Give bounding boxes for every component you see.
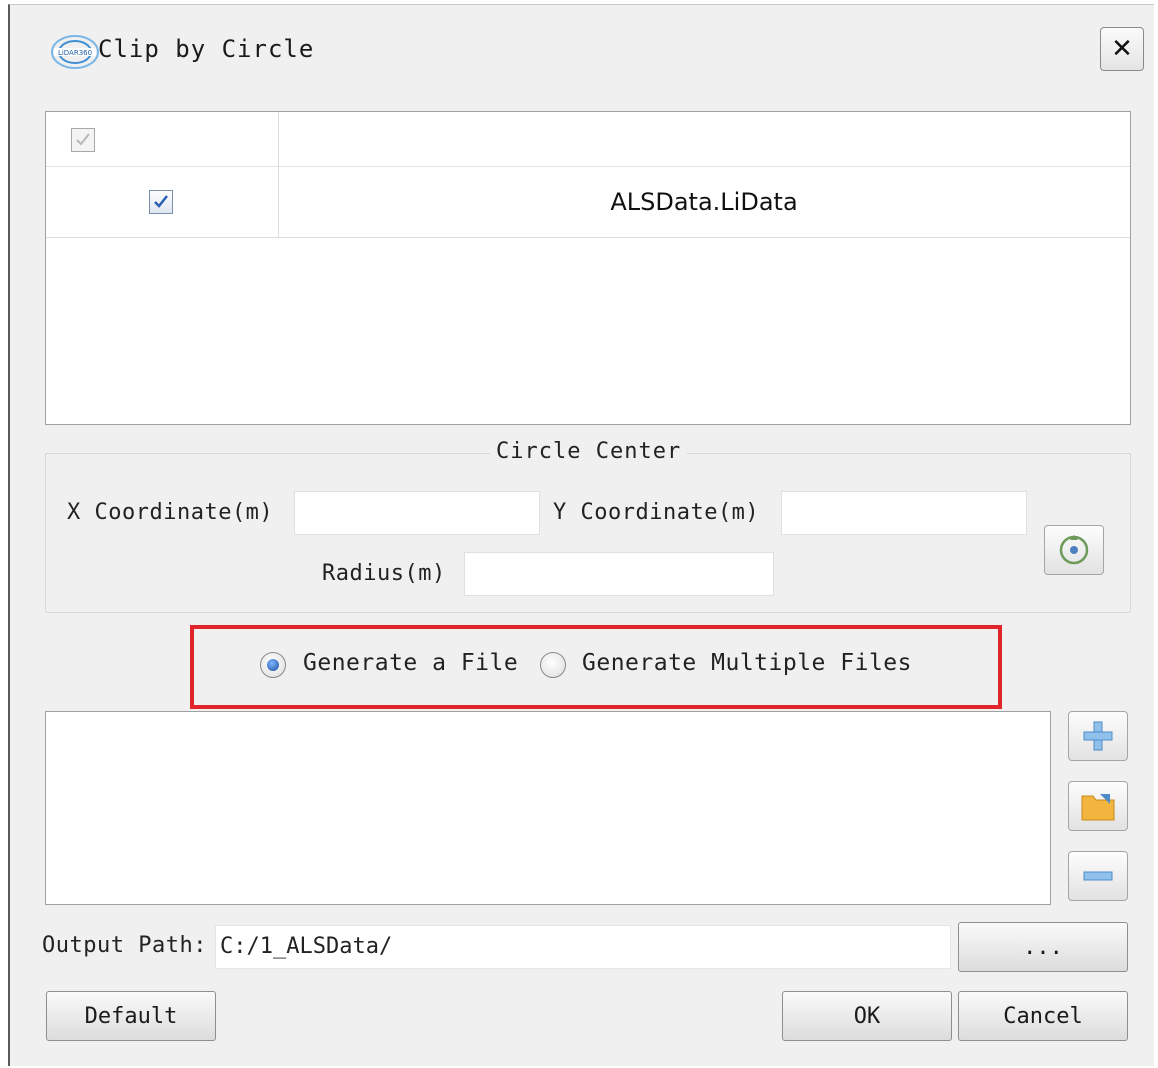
- folder-icon: [1081, 794, 1115, 821]
- generate-file-radio[interactable]: [260, 652, 286, 678]
- generate-multiple-files-radio[interactable]: [540, 652, 566, 678]
- radius-label: Radius(m): [322, 561, 446, 586]
- layer-table-header: [46, 112, 1130, 167]
- layer-checkbox[interactable]: [149, 190, 173, 214]
- browse-label: ...: [1023, 934, 1063, 960]
- file-list[interactable]: [45, 711, 1051, 905]
- default-button[interactable]: Default: [46, 991, 216, 1041]
- add-button[interactable]: [1068, 711, 1128, 761]
- close-button[interactable]: ✕: [1100, 27, 1144, 71]
- pick-center-button[interactable]: [1044, 525, 1104, 575]
- y-coordinate-input[interactable]: [781, 491, 1027, 535]
- radius-input[interactable]: [464, 552, 774, 596]
- clip-by-circle-dialog: LiDAR360 Clip by Circle ✕ ALSData.LiData…: [8, 4, 1154, 1066]
- ok-button[interactable]: OK: [782, 991, 952, 1041]
- cancel-button[interactable]: Cancel: [958, 991, 1128, 1041]
- table-row[interactable]: ALSData.LiData: [46, 166, 1130, 238]
- close-icon: ✕: [1111, 34, 1133, 64]
- minus-icon: [1083, 871, 1113, 881]
- circle-center-title: Circle Center: [490, 439, 688, 464]
- generate-multiple-files-label[interactable]: Generate Multiple Files: [582, 650, 912, 676]
- layer-table[interactable]: ALSData.LiData: [45, 111, 1131, 425]
- generate-file-label[interactable]: Generate a File: [303, 650, 518, 676]
- x-coordinate-input[interactable]: [294, 491, 540, 535]
- pick-center-icon: [1059, 535, 1089, 565]
- check-icon: [76, 133, 90, 146]
- select-all-checkbox[interactable]: [71, 128, 95, 152]
- dialog-title: Clip by Circle: [98, 35, 315, 63]
- output-path-input[interactable]: C:/1_ALSData/: [215, 925, 951, 969]
- plus-icon: [1083, 721, 1113, 751]
- y-coordinate-label: Y Coordinate(m): [553, 500, 760, 525]
- title-bar: LiDAR360 Clip by Circle ✕: [10, 5, 1154, 95]
- svg-text:LiDAR360: LiDAR360: [58, 49, 92, 57]
- browse-button[interactable]: ...: [958, 922, 1128, 972]
- open-folder-button[interactable]: [1068, 781, 1128, 831]
- remove-button[interactable]: [1068, 851, 1128, 901]
- layer-name: ALSData.LiData: [610, 188, 798, 216]
- check-icon: [154, 195, 168, 208]
- app-logo-icon: LiDAR360: [51, 35, 99, 69]
- output-path-label: Output Path:: [42, 933, 207, 958]
- x-coordinate-label: X Coordinate(m): [67, 500, 274, 525]
